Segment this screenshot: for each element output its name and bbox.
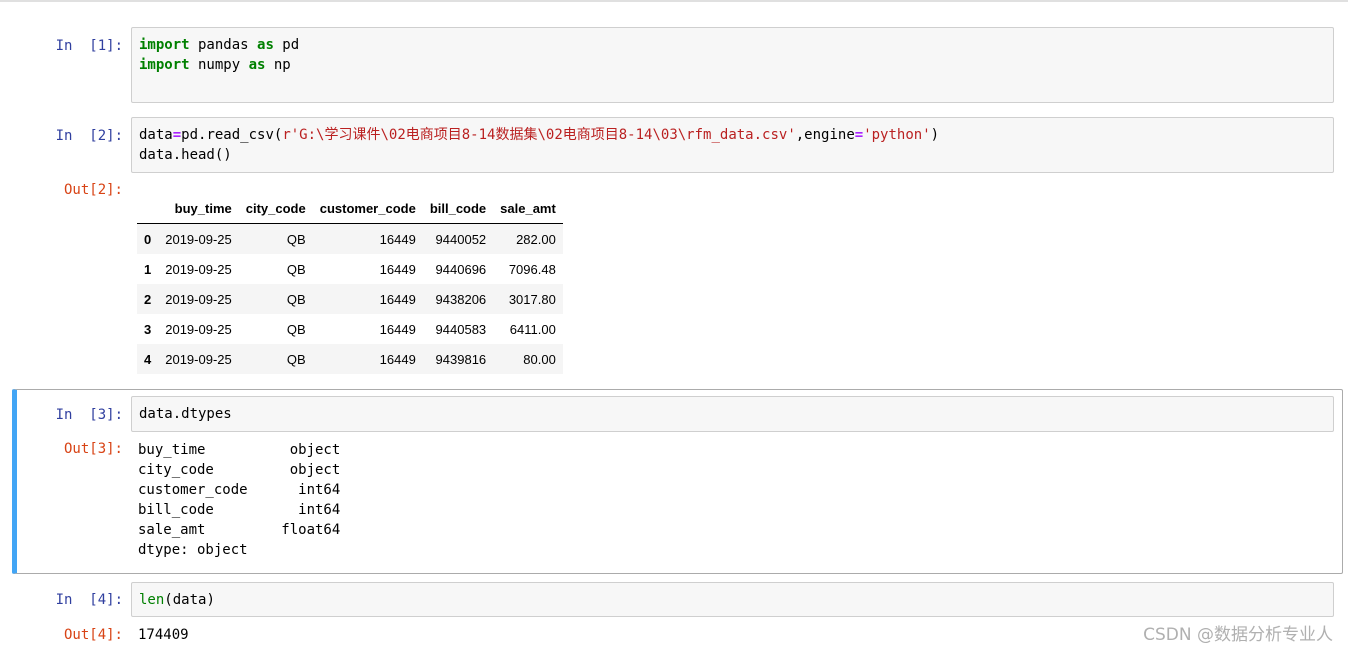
code-token: (data) [164,592,215,608]
top-border [0,0,1348,2]
code-editor[interactable]: len(data) [139,590,215,610]
string-token: 'python' [863,127,931,143]
dtypes-output: buy_time object city_code object custome… [138,442,341,558]
table-cell: 7096.48 [508,261,556,277]
table-cell: 6411.00 [509,321,556,337]
code-line: import numpy as np [139,55,299,75]
table-row: 0 2019-09-25 QB 16449 9440052 282.00 [137,223,563,254]
table-cell: 9440696 [435,261,487,277]
table-cell: 2019-09-25 [165,351,232,367]
table-cell: 9440052 [435,231,487,247]
code-token: ,engine [795,127,855,143]
table-cell: 2019-09-25 [165,261,232,277]
table-cell: QB [286,231,306,247]
table-cell: QB [286,291,306,307]
table-cell: QB [286,261,306,277]
input-prompt: In [4]: [55,592,123,608]
string-token: r'G:\学习课件\02电商项目8-14数据集\02电商项目8-14\03\rf… [282,127,796,143]
code-input-area[interactable]: len(data) [131,582,1334,617]
table-cell: 16449 [379,291,416,307]
table-cell: 9438206 [435,291,487,307]
builtin-token: len [139,592,165,608]
len-output: 174409 [138,627,189,643]
table-cell: 2019-09-25 [165,231,232,247]
table-cell: 3017.80 [508,291,556,307]
table-cell: 9439816 [435,351,487,367]
code-token: ) [930,127,940,143]
operator-token: = [172,127,182,143]
code-token: numpy [189,57,249,73]
code-line: data.head() [139,145,939,165]
code-line: import pandas as pd [139,35,299,55]
keyword-token: import [139,57,190,73]
table-row: 1 2019-09-25 QB 16449 9440696 7096.48 [137,254,563,284]
code-input-area[interactable]: import pandas as pd import numpy as np [131,27,1334,103]
table-body: 0 2019-09-25 QB 16449 9440052 282.00 1 2019-09-… [137,223,563,374]
table-cell: 2019-09-25 [165,321,232,337]
table-row: 4 2019-09-25 QB 16449 9439816 80.00 [137,344,563,374]
code-editor[interactable]: data=pd.read_csv(r'G:\学习课件\02电商项目8-14数据集… [139,125,939,165]
code-line: len(data) [139,590,215,610]
column-header: buy_time [158,194,239,224]
dataframe-table: buy_time city_code customer_code bill_code s… [137,194,563,374]
code-line: data.dtypes [139,404,232,424]
table-cell: 16449 [379,261,416,277]
table-header-row: buy_time city_code customer_code bill_code s… [137,194,563,224]
code-editor[interactable]: import pandas as pd import numpy as np [139,35,299,75]
table-cell: 16449 [379,231,416,247]
output-prompt: Out[3]: [63,441,123,457]
code-token: pd [273,37,300,53]
table-cell: 9440583 [435,321,487,337]
code-token: pandas [189,37,258,53]
operator-token: = [854,127,864,143]
row-index: 2 [144,291,152,307]
table-cell: QB [286,321,306,337]
row-index: 4 [144,351,152,367]
table-cell: 80.00 [523,351,556,367]
output-prompt: Out[2]: [63,182,123,198]
code-input-area[interactable]: data=pd.read_csv(r'G:\学习课件\02电商项目8-14数据集… [131,117,1334,173]
code-token: pd.read_csv( [181,127,283,143]
table-cell: 2019-09-25 [165,291,232,307]
code-token: np [265,57,291,73]
code-token: data.dtypes [139,406,232,422]
table-row: 3 2019-09-25 QB 16449 9440583 6411.00 [137,314,563,344]
input-prompt: In [3]: [55,407,123,423]
input-prompt: In [1]: [55,38,123,54]
code-input-area[interactable]: data.dtypes [131,396,1334,432]
table-cell: 16449 [379,351,416,367]
row-index: 1 [144,261,152,277]
column-header: bill_code [422,194,494,224]
code-line: data=pd.read_csv(r'G:\学习课件\02电商项目8-14数据集… [139,125,939,145]
column-header [137,194,159,224]
column-header: customer_code [312,194,423,224]
keyword-token: import [139,37,190,53]
column-header: city_code [238,194,313,224]
table-cell: QB [286,351,306,367]
row-index: 3 [144,321,152,337]
keyword-token: as [257,37,274,53]
table-cell: 282.00 [516,231,556,247]
code-editor[interactable]: data.dtypes [139,404,232,424]
row-index: 0 [144,231,152,247]
keyword-token: as [248,57,266,73]
table-cell: 16449 [379,321,416,337]
input-prompt: In [2]: [55,128,123,144]
column-header: sale_amt [493,194,563,224]
output-prompt: Out[4]: [63,627,123,643]
code-token: data.head() [139,147,232,163]
code-token: data [139,127,173,143]
table-row: 2 2019-09-25 QB 16449 9438206 3017.80 [137,284,563,314]
csdn-watermark: CSDN @数据分析专业人 [1143,625,1333,645]
